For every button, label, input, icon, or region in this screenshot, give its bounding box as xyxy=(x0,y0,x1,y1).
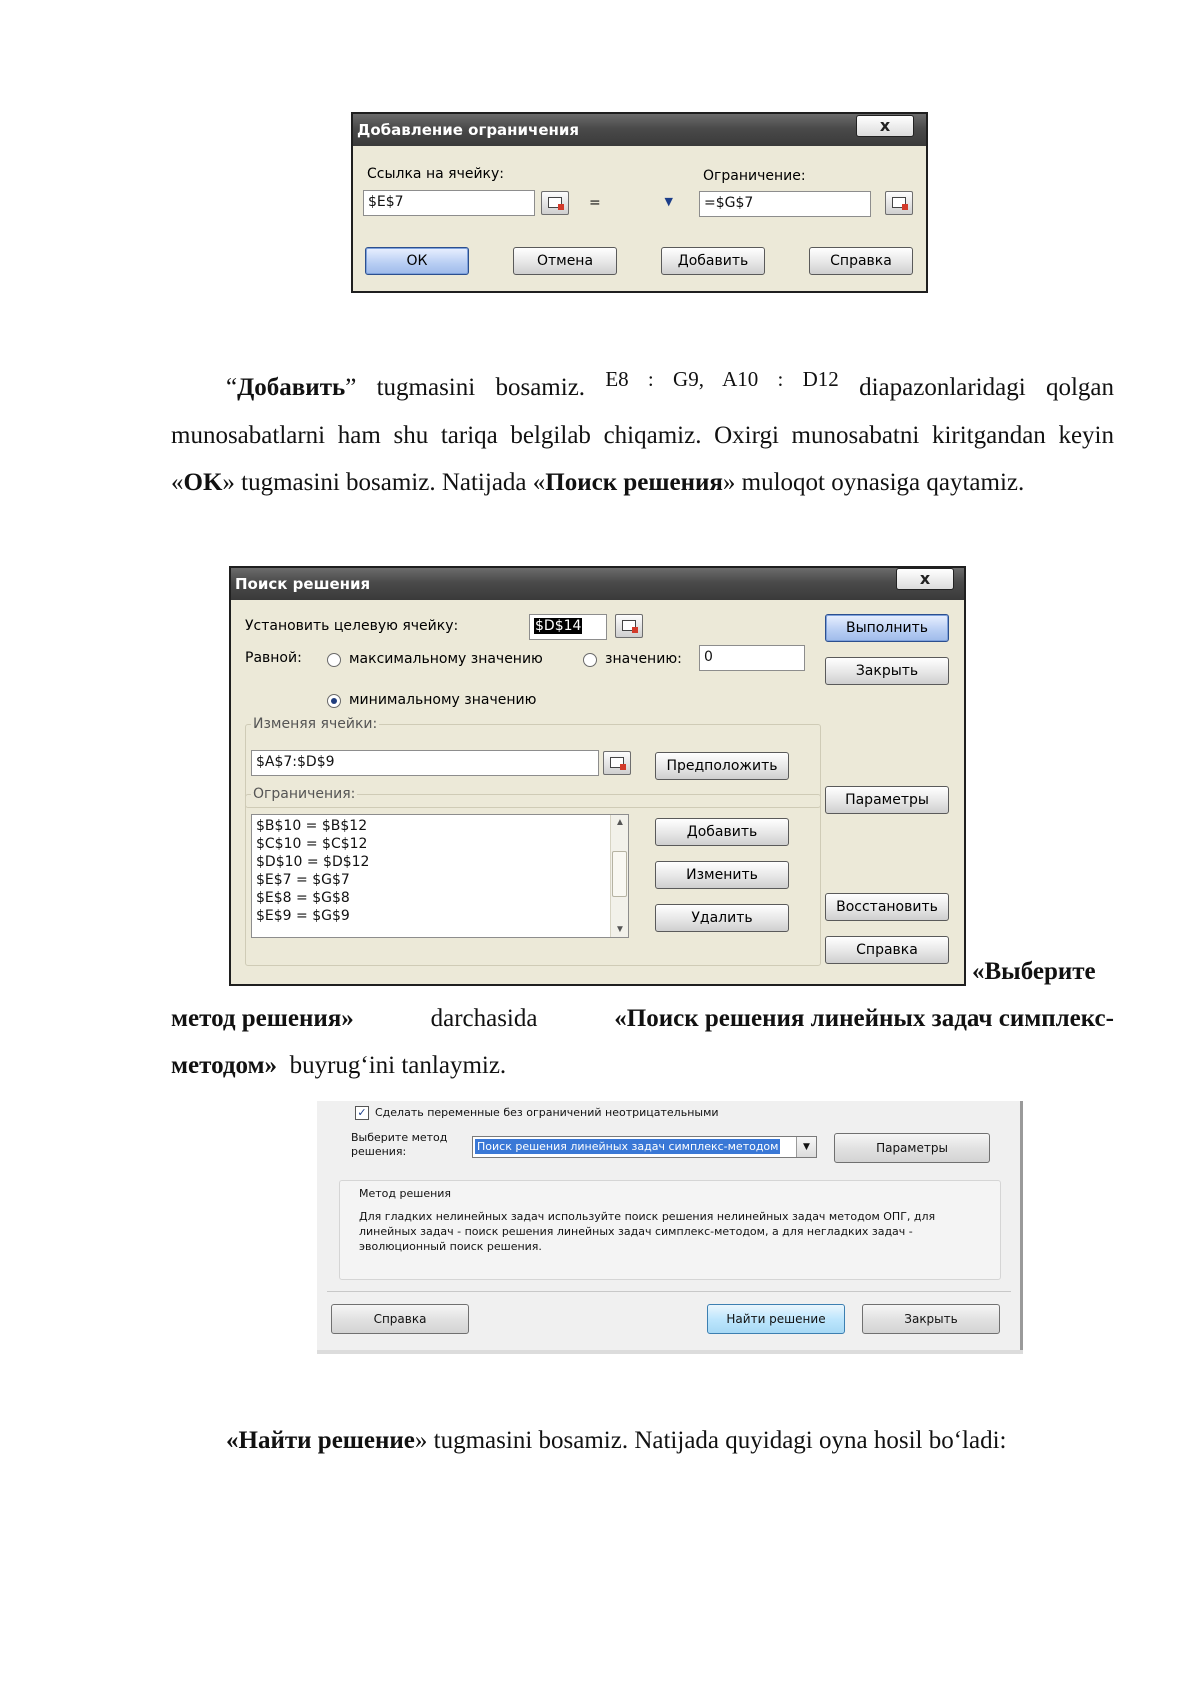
cell-ref-picker-button[interactable] xyxy=(541,191,569,215)
formula-ranges: E8 : G9, A10 : D12 xyxy=(605,367,839,391)
change-button[interactable]: Изменить xyxy=(655,861,789,889)
parameters-button[interactable]: Параметры xyxy=(825,786,949,814)
select-method-label: Выберите метод решения: xyxy=(351,1131,448,1158)
constraint-item[interactable]: $D$10 = $D$12 xyxy=(256,853,624,871)
help-button[interactable]: Справка xyxy=(331,1304,469,1334)
text-bold: методом» xyxy=(171,1052,278,1079)
chevron-down-icon[interactable]: ▼ xyxy=(796,1137,816,1157)
text-bold: Добавить xyxy=(237,374,346,401)
range-select-icon xyxy=(548,197,564,210)
text-bold: Поиск решения xyxy=(545,469,723,496)
chevron-down-icon: ▼ xyxy=(664,195,673,208)
constraint-item[interactable]: $B$10 = $B$12 xyxy=(256,817,624,835)
target-cell-value: $D$14 xyxy=(534,618,583,634)
dialog-title: Добавление ограничения xyxy=(353,114,926,146)
nonneg-checkbox[interactable]: ✓ xyxy=(355,1106,369,1120)
target-cell-label: Установить целевую ячейку: xyxy=(245,618,459,634)
close-button[interactable]: Закрыть xyxy=(862,1304,1000,1334)
radio-value[interactable] xyxy=(583,653,597,667)
method-select-value: Поиск решения линейных задач симплекс-ме… xyxy=(475,1139,781,1154)
method-group-title: Метод решения xyxy=(359,1187,452,1200)
operator-value: = xyxy=(589,195,601,211)
text: darchasida xyxy=(430,1005,538,1032)
constraint-item[interactable]: $E$7 = $G$7 xyxy=(256,871,624,889)
constraint-picker-button[interactable] xyxy=(885,191,913,215)
text: » muloqot oynasiga qaytamiz. xyxy=(722,469,1025,496)
dialog-title: Поиск решения xyxy=(231,568,964,600)
scroll-thumb[interactable] xyxy=(612,851,627,897)
text-bold: «Поиск решения линейных задач симплекс- xyxy=(614,1005,1114,1032)
paragraph-method-line2: метод решения» darchasida «Поиск решения… xyxy=(171,1005,1114,1033)
text-bold: «Выберите xyxy=(972,958,1096,985)
text: » tugmasini bosamiz. Natijada quyidagi o… xyxy=(414,1427,1007,1454)
footer-divider xyxy=(327,1291,1011,1292)
add-constraint-dialog: Добавление ограничения x Ссылка на ячейк… xyxy=(351,112,928,293)
text: » tugmasini bosamiz. Natijada « xyxy=(222,469,546,496)
close-button[interactable]: x xyxy=(856,115,914,137)
add-button[interactable]: Добавить xyxy=(655,818,789,846)
run-button[interactable]: Выполнить xyxy=(825,614,949,642)
scroll-down-icon[interactable]: ▼ xyxy=(615,924,625,935)
close-dialog-button[interactable]: Закрыть xyxy=(825,657,949,685)
text: «Н xyxy=(226,1427,258,1454)
nonneg-checkbox-label: Сделать переменные без ограничений неотр… xyxy=(375,1106,719,1119)
restore-button[interactable]: Восстановить xyxy=(825,893,949,921)
close-button[interactable]: x xyxy=(896,568,954,590)
dialog-right-edge xyxy=(1020,1101,1023,1350)
method-dialog: ✓ Сделать переменные без ограничений нео… xyxy=(317,1101,1023,1354)
range-select-icon xyxy=(892,197,908,210)
target-cell-input[interactable]: $D$14 xyxy=(529,614,607,640)
constraints-list[interactable]: $B$10 = $B$12 $C$10 = $C$12 $D$10 = $D$12 $… xyxy=(251,814,629,938)
text-bold: OK xyxy=(183,469,223,496)
delete-button[interactable]: Удалить xyxy=(655,904,789,932)
find-solution-button[interactable]: Найти решение xyxy=(707,1304,845,1334)
equal-label: Равной: xyxy=(245,650,302,666)
constraint-input[interactable]: =$G$7 xyxy=(699,191,871,217)
text-bold: метод решения» xyxy=(171,1005,354,1032)
paragraph-method-line3: методом» buyrug‘ini tanlaymiz. xyxy=(171,1052,506,1080)
ok-button[interactable]: ОК xyxy=(365,247,469,275)
radio-min-label: минимальному значению xyxy=(349,692,537,708)
add-button[interactable]: Добавить xyxy=(661,247,765,275)
target-picker-button[interactable] xyxy=(615,614,643,638)
changing-picker-button[interactable] xyxy=(603,751,631,775)
constraints-scrollbar[interactable]: ▲ ▼ xyxy=(610,815,628,937)
scroll-up-icon[interactable]: ▲ xyxy=(615,817,625,828)
paragraph-find-solution: «Найти решение» tugmasini bosamiz. Natij… xyxy=(226,1427,1006,1455)
text: “ xyxy=(226,374,238,401)
constraint-item[interactable]: $E$8 = $G$8 xyxy=(256,889,624,907)
cancel-button[interactable]: Отмена xyxy=(513,247,617,275)
method-select[interactable]: Поиск решения линейных задач симплекс-ме… xyxy=(472,1136,817,1158)
operator-select[interactable]: = ▼ xyxy=(585,192,679,216)
range-select-icon xyxy=(622,620,638,633)
solver-dialog: Поиск решения x Установить целевую ячейк… xyxy=(229,566,966,986)
constraint-item[interactable]: $E$9 = $G$9 xyxy=(256,907,624,925)
text: ” tugmasini bosamiz. xyxy=(345,374,586,401)
help-button[interactable]: Справка xyxy=(809,247,913,275)
value-input[interactable]: 0 xyxy=(699,645,805,671)
constraint-label: Ограничение: xyxy=(703,168,806,184)
paragraph-method-line1-end: «Выберите xyxy=(972,958,1096,986)
radio-max[interactable] xyxy=(327,653,341,667)
help-button[interactable]: Справка xyxy=(825,936,949,964)
radio-max-label: максимальному значению xyxy=(349,651,543,667)
guess-button[interactable]: Предположить xyxy=(655,752,789,780)
text-bold: айти решение xyxy=(257,1427,415,1454)
radio-value-label: значению: xyxy=(605,651,682,667)
method-description: Для гладких нелинейных задач используйте… xyxy=(359,1210,936,1253)
cell-ref-label: Ссылка на ячейку: xyxy=(367,166,505,182)
constraint-item[interactable]: $C$10 = $C$12 xyxy=(256,835,624,853)
radio-min[interactable] xyxy=(327,694,341,708)
parameters-button[interactable]: Параметры xyxy=(834,1133,990,1163)
paragraph-add-instructions: “Добавить” tugmasini bosamiz. E8 : G9, A… xyxy=(171,364,1114,506)
constraints-label: Ограничения: xyxy=(251,786,358,802)
range-select-icon xyxy=(610,757,626,770)
text: buyrug‘ini tanlaymiz. xyxy=(289,1052,507,1079)
changing-cells-input[interactable]: $A$7:$D$9 xyxy=(251,750,599,776)
cell-ref-input[interactable]: $E$7 xyxy=(363,190,535,216)
changing-cells-label: Изменяя ячейки: xyxy=(251,716,380,732)
